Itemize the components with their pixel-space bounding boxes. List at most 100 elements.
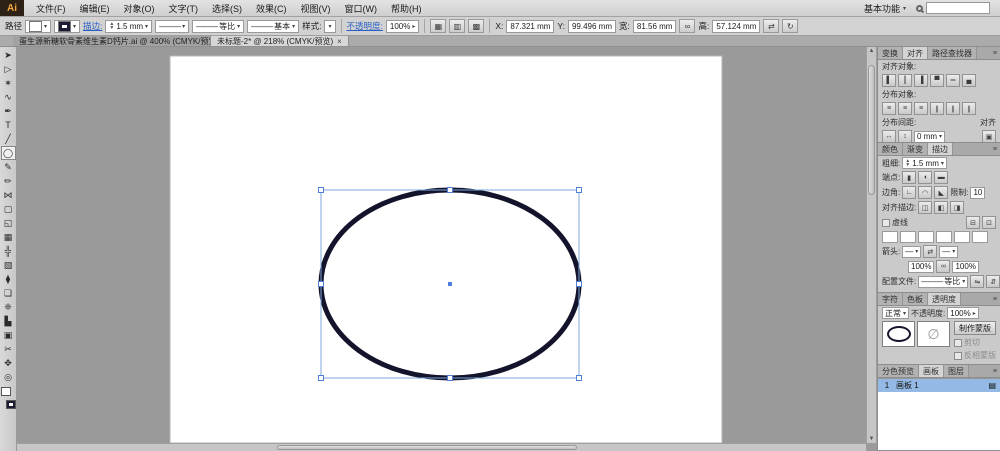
clip-checkbox[interactable] (954, 339, 962, 347)
horizontal-scrollbar[interactable] (17, 443, 866, 451)
preferences-icon[interactable]: ▥ (449, 19, 465, 33)
stroke-swatch-dropdown[interactable]: ▾ (54, 20, 80, 33)
menu-window[interactable]: 窗口(W) (338, 0, 385, 16)
eyedropper-tool[interactable]: ⧫ (1, 272, 16, 286)
fill-stroke-swatches[interactable] (1, 387, 16, 409)
rotate-icon[interactable]: ↻ (782, 19, 798, 33)
dash-field[interactable] (918, 231, 934, 243)
align-right-icon[interactable]: ▐ (914, 74, 928, 87)
handle-mid-right[interactable] (577, 282, 582, 287)
swap-icon[interactable]: ⇄ (763, 19, 779, 33)
gradient-tool[interactable]: ▧ (1, 258, 16, 272)
panel-menu-icon[interactable]: ≡ (990, 365, 1000, 377)
distribute-bottom-icon[interactable]: ≡ (914, 102, 928, 115)
height-field[interactable]: 57.124 mm (712, 20, 760, 33)
ellipse-tool[interactable]: ◯ (1, 146, 16, 160)
spacing-h-icon[interactable]: ↔ (882, 130, 896, 143)
search-input[interactable] (926, 2, 990, 14)
align-to-selection-icon[interactable]: ▣ (982, 130, 996, 143)
slice-tool[interactable]: ✂ (1, 342, 16, 356)
link-dimensions-icon[interactable]: ∞ (679, 19, 695, 33)
lasso-tool[interactable]: ∿ (1, 90, 16, 104)
zoom-tool[interactable]: ◎ (1, 370, 16, 384)
flip-across-icon[interactable]: ⇵ (986, 275, 1000, 288)
arrow-scale-end-field[interactable]: 100% (952, 261, 978, 273)
join-bevel-icon[interactable]: ◣ (934, 186, 948, 199)
gap-field[interactable] (936, 231, 952, 243)
distribute-v-center-icon[interactable]: ≡ (898, 102, 912, 115)
menu-edit[interactable]: 编辑(E) (73, 0, 117, 16)
tab-artboards[interactable]: 画板 (919, 365, 944, 377)
swap-arrows-icon[interactable]: ⇄ (923, 245, 937, 258)
dash-field[interactable] (882, 231, 898, 243)
tab-pathfinder[interactable]: 路径查找器 (928, 47, 977, 59)
opacity-link[interactable]: 不透明度: (347, 20, 383, 32)
align-top-icon[interactable]: ▀ (930, 74, 944, 87)
tab-transform[interactable]: 变换 (878, 47, 903, 59)
shape-builder-tool[interactable]: ◱ (1, 216, 16, 230)
align-cluster-icon[interactable]: ▩ (468, 19, 484, 33)
tab-gradient[interactable]: 渐变 (903, 143, 928, 155)
width-profile-dropdown[interactable]: ———等比▾ (192, 20, 244, 33)
y-field[interactable]: 99.496 mm (568, 20, 616, 33)
distribute-left-icon[interactable]: ∥ (930, 102, 944, 115)
opacity-field[interactable]: 100%▸ (947, 307, 978, 319)
artboard-icon[interactable]: ▤ (988, 381, 996, 390)
align-stroke-inside-icon[interactable]: ◧ (934, 201, 948, 214)
align-stroke-outside-icon[interactable]: ◨ (950, 201, 964, 214)
link-scale-icon[interactable]: ∞ (936, 260, 950, 273)
document-setup-icon[interactable]: ▦ (430, 19, 446, 33)
brush-definition-dropdown[interactable]: ———基本▾ (247, 20, 299, 33)
cap-projecting-icon[interactable]: ▬ (934, 171, 948, 184)
join-miter-icon[interactable]: ∟ (902, 186, 916, 199)
miter-limit-field[interactable]: 10 (970, 187, 985, 199)
width-field[interactable]: 81.56 mm (633, 20, 677, 33)
center-point[interactable] (448, 282, 452, 286)
spacing-value-field[interactable]: 0 mm▾ (914, 131, 945, 143)
spacing-v-icon[interactable]: ↕ (898, 130, 912, 143)
horizontal-scroll-thumb[interactable] (277, 445, 577, 450)
stroke-weight-field[interactable]: ▲▼1.5 mm▾ (902, 157, 947, 169)
panel-menu-icon[interactable]: ≡ (990, 47, 1000, 59)
menu-select[interactable]: 选择(S) (205, 0, 249, 16)
align-stroke-center-icon[interactable]: ◫ (918, 201, 932, 214)
magic-wand-tool[interactable]: ✶ (1, 76, 16, 90)
object-thumbnail[interactable] (882, 321, 915, 347)
type-tool[interactable]: T (1, 118, 16, 132)
make-mask-button[interactable]: 制作蒙版 (954, 321, 996, 335)
fill-swatch-dropdown[interactable]: ▾ (25, 20, 51, 33)
direct-selection-tool[interactable]: ▷ (1, 62, 16, 76)
blend-mode-dropdown[interactable]: 正常▾ (882, 307, 909, 319)
menu-view[interactable]: 视图(V) (294, 0, 338, 16)
artboard-tool[interactable]: ▣ (1, 328, 16, 342)
distribute-h-center-icon[interactable]: ∥ (946, 102, 960, 115)
tab-swatches[interactable]: 色板 (903, 293, 928, 305)
invert-mask-checkbox[interactable] (954, 352, 962, 360)
cap-round-icon[interactable]: ◖ (918, 171, 932, 184)
paintbrush-tool[interactable]: ✎ (1, 160, 16, 174)
panel-menu-icon[interactable]: ≡ (990, 293, 1000, 305)
dashed-line-checkbox[interactable] (882, 219, 890, 227)
perspective-grid-tool[interactable]: ▦ (1, 230, 16, 244)
hand-tool[interactable]: ✥ (1, 356, 16, 370)
opacity-field[interactable]: 100%▸ (386, 20, 419, 33)
cap-butt-icon[interactable]: ▮ (902, 171, 916, 184)
stroke-weight-field[interactable]: ▲▼1.5 mm▾ (105, 20, 152, 33)
align-v-center-icon[interactable]: ═ (946, 74, 960, 87)
x-field[interactable]: 87.321 mm (506, 20, 554, 33)
workspace-switcher[interactable]: 基本功能 ▾ (854, 2, 916, 15)
document-tab-2[interactable]: 未标题-2* @ 218% (CMYK/预览) × (211, 36, 349, 46)
mesh-tool[interactable]: ╬ (1, 244, 16, 258)
vertical-scrollbar[interactable]: ▲ ▼ (866, 47, 877, 443)
panel-menu-icon[interactable]: ≡ (990, 143, 1000, 155)
profile-dropdown[interactable]: ———等比▾ (918, 276, 968, 288)
tab-separations-preview[interactable]: 分色预览 (878, 365, 919, 377)
handle-top-left[interactable] (319, 188, 324, 193)
artboard-list-item[interactable]: 1 画板 1 ▤ (878, 379, 1000, 392)
vertical-scroll-thumb[interactable] (868, 65, 875, 195)
arrow-start-dropdown[interactable]: —▾ (902, 246, 921, 258)
gap-field[interactable] (900, 231, 916, 243)
menu-type[interactable]: 文字(T) (162, 0, 206, 16)
tab-transparency[interactable]: 透明度 (928, 293, 961, 305)
scroll-down-icon[interactable]: ▼ (867, 436, 876, 442)
